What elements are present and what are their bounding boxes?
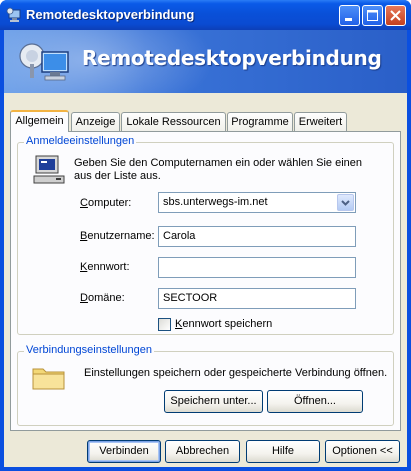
connection-instruction: Einstellungen speichern oder gespeichert… — [84, 367, 388, 379]
computer-dropdown-button[interactable] — [337, 194, 354, 211]
rdp-window: Remotedesktopverbindung Remotedesktopver… — [0, 0, 411, 471]
remote-desktop-logo-icon — [19, 43, 69, 81]
folder-icon — [32, 368, 65, 390]
maximize-icon — [367, 10, 378, 21]
username-label-text: enutzername: — [87, 230, 155, 242]
open-button[interactable]: Öffnen... — [267, 390, 363, 413]
domain-label: Domäne: — [80, 292, 125, 304]
tab-label: Allgemein — [15, 115, 64, 127]
save-as-label: Speichern unter... — [170, 395, 257, 407]
close-icon — [390, 10, 401, 21]
tab-anzeige[interactable]: Anzeige — [71, 112, 120, 131]
open-label: Öffnen... — [294, 395, 336, 407]
tab-panel-allgemein: Anmeldeeinstellungen Geben Sie den Compu… — [10, 131, 401, 431]
title-bar[interactable]: Remotedesktopverbindung — [0, 0, 411, 30]
computer-value: sbs.unterwegs-im.net — [163, 196, 268, 208]
minimize-button[interactable] — [339, 5, 360, 26]
save-password-checkbox[interactable] — [158, 318, 171, 331]
connect-button[interactable]: Verbinden — [87, 440, 161, 463]
options-button[interactable]: Optionen << — [325, 440, 400, 463]
logon-settings-group: Anmeldeeinstellungen Geben Sie den Compu… — [17, 135, 394, 335]
computer-icon — [33, 155, 65, 184]
password-field[interactable] — [158, 257, 356, 278]
tab-erweitert[interactable]: Erweitert — [294, 112, 347, 131]
password-label: Kennwort: — [80, 261, 130, 273]
domain-value: SECTOOR — [163, 292, 218, 304]
help-button[interactable]: Hilfe — [246, 440, 320, 463]
help-label: Hilfe — [271, 445, 294, 457]
tab-label: Erweitert — [298, 116, 343, 128]
tab-label: Lokale Ressourcen — [126, 116, 221, 128]
domain-field[interactable]: SECTOOR — [158, 288, 356, 309]
logon-instruction-line1: Geben Sie den Computernamen ein oder wäh… — [74, 157, 363, 169]
banner: Remotedesktopverbindung — [4, 30, 407, 93]
tab-lokale-ressourcen[interactable]: Lokale Ressourcen — [121, 112, 226, 131]
computer-label: Computer: — [80, 197, 132, 209]
computer-label-text: omputer: — [87, 197, 132, 209]
remote-desktop-icon — [6, 7, 21, 22]
maximize-button[interactable] — [362, 5, 383, 26]
tab-label: Programme — [231, 116, 289, 128]
cancel-button[interactable]: Abbrechen — [165, 440, 240, 463]
username-value: Carola — [163, 230, 196, 242]
password-label-text: ennwort: — [87, 261, 130, 273]
logon-settings-label: Anmeldeeinstellungen — [24, 135, 137, 147]
connection-settings-label: Verbindungseinstellungen — [24, 344, 154, 356]
username-label: Benutzername: — [80, 230, 155, 242]
connection-settings-group: Verbindungseinstellungen Einstellungen s… — [17, 344, 394, 426]
username-field[interactable]: Carola — [158, 226, 356, 247]
dialog-client: Remotedesktopverbindung Allgemein Anzeig… — [4, 30, 407, 467]
close-button[interactable] — [385, 5, 406, 26]
tab-programme[interactable]: Programme — [227, 112, 293, 131]
logon-instruction-line2: aus der Liste aus. — [74, 170, 161, 182]
domain-label-text: omäne: — [87, 292, 125, 304]
window-title: Remotedesktopverbindung — [26, 7, 195, 22]
computer-combobox[interactable]: sbs.unterwegs-im.net — [158, 192, 356, 213]
save-as-button[interactable]: Speichern unter... — [164, 390, 263, 413]
options-label: Optionen << — [332, 445, 393, 457]
tab-label: Anzeige — [75, 116, 116, 128]
chevron-down-icon — [341, 200, 350, 206]
cancel-label: Abbrechen — [175, 445, 230, 457]
banner-title: Remotedesktopverbindung — [82, 46, 382, 70]
save-password-label-text: ennwort speichern — [182, 318, 273, 330]
connect-label: Verbinden — [99, 445, 149, 457]
minimize-icon — [345, 18, 352, 21]
save-password-label[interactable]: Kennwort speichern — [175, 318, 272, 330]
tab-allgemein[interactable]: Allgemein — [10, 110, 69, 132]
